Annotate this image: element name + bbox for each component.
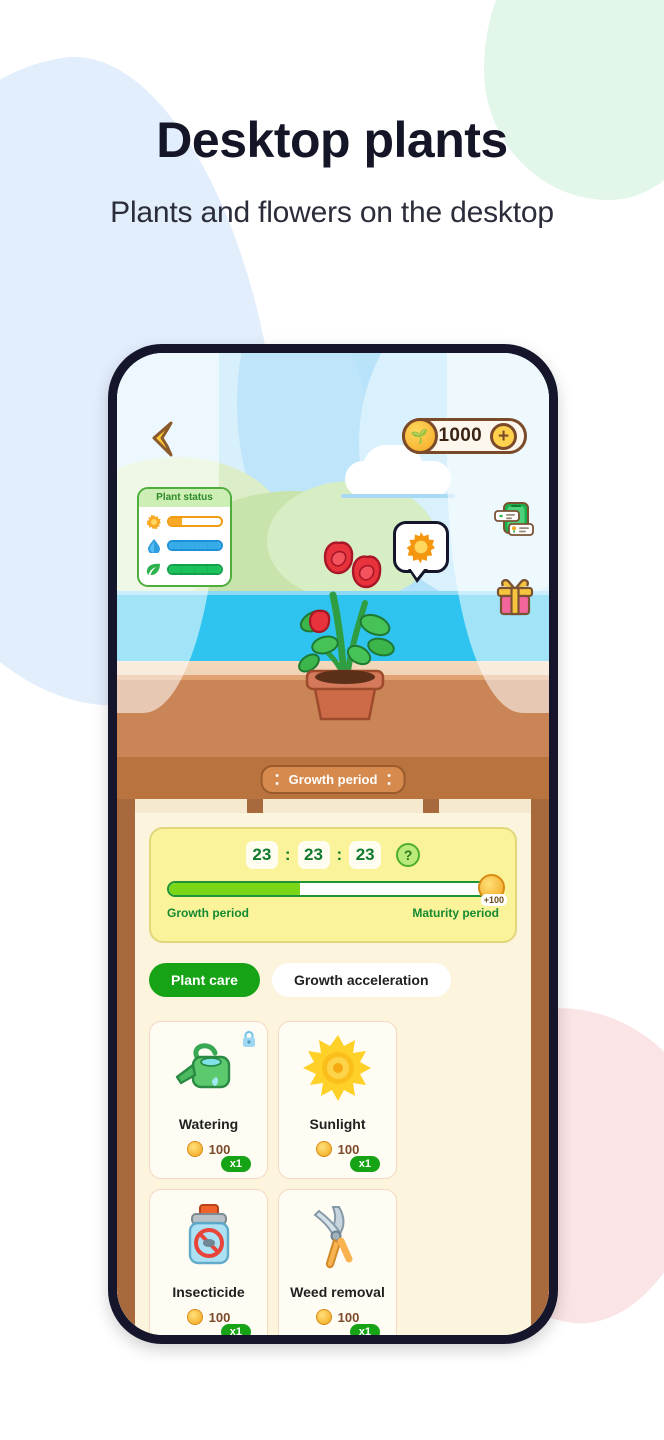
growth-progress-bar	[167, 881, 499, 897]
sunlight-meter	[167, 516, 223, 527]
banner-label: Growth period	[288, 772, 378, 787]
shop-tabs: Plant care Growth acceleration	[149, 963, 451, 997]
growth-progress-fill	[169, 883, 301, 895]
currency-bar[interactable]: 1000 +	[401, 417, 527, 455]
water-meter	[167, 540, 223, 551]
plant-status-title: Plant status	[139, 489, 230, 507]
item-grid: x1 Watering 100 x1 Sunlight 100 x1 Insec…	[149, 1021, 517, 1335]
item-art	[150, 1190, 267, 1282]
watering-can-icon	[175, 1043, 230, 1089]
game-scene: 1000 + Plant status	[117, 353, 549, 757]
back-arrow-icon[interactable]	[145, 419, 179, 459]
item-card-insecticide[interactable]: x1 Insecticide 100	[149, 1189, 268, 1335]
coin-icon	[186, 1141, 203, 1157]
shelf-post	[423, 799, 439, 813]
item-art	[279, 1022, 396, 1114]
tab-growth-acceleration[interactable]: Growth acceleration	[271, 963, 451, 997]
nutrition-meter	[167, 564, 223, 575]
phone-mockup: 1000 + Plant status	[108, 344, 558, 1344]
gift-icon[interactable]	[493, 577, 537, 617]
tab-plant-care[interactable]: Plant care	[149, 963, 260, 997]
coin-icon	[186, 1309, 203, 1325]
panel-top-strip	[135, 799, 531, 813]
timer-separator: :	[336, 845, 343, 864]
item-quantity: x1	[220, 1324, 251, 1335]
sun-icon	[302, 1035, 371, 1101]
coin-icon	[401, 418, 438, 454]
sun-icon	[406, 531, 435, 563]
page-subtitle: Plants and flowers on the desktop	[110, 195, 554, 229]
plant-status-meters	[139, 507, 230, 585]
timer-seconds: 23	[349, 841, 382, 869]
phone-screen: 1000 + Plant status	[117, 353, 549, 1335]
add-coins-button[interactable]: +	[490, 422, 517, 450]
coin-icon	[315, 1141, 332, 1157]
maturity-period-label: Maturity period	[412, 906, 499, 920]
item-price: 100	[315, 1309, 360, 1325]
help-button[interactable]: ?	[396, 843, 421, 867]
item-price-value: 100	[208, 1141, 231, 1157]
status-row-sunlight	[146, 514, 223, 529]
item-card-weed-removal[interactable]: x1 Weed removal 100	[278, 1189, 397, 1335]
bottom-panel: 23 : 23 : 23 ? +100 Growth period Maturi…	[117, 799, 549, 1335]
item-price: 100	[186, 1141, 231, 1157]
timer-hours: 23	[245, 841, 278, 869]
growth-period-label: Growth period	[167, 906, 249, 920]
item-price-value: 100	[337, 1309, 360, 1325]
item-art	[279, 1190, 396, 1282]
tasks-icon[interactable]	[493, 501, 537, 543]
timer-minutes: 23	[297, 841, 330, 869]
item-quantity: x1	[220, 1156, 251, 1172]
item-price-value: 100	[337, 1141, 360, 1157]
item-name: Weed removal	[290, 1284, 385, 1300]
status-row-nutrition	[146, 562, 223, 577]
item-name: Watering	[178, 1116, 239, 1132]
item-card-watering[interactable]: x1 Watering 100	[149, 1021, 268, 1179]
growth-period-banner[interactable]: Growth period	[260, 765, 406, 794]
item-name: Sunlight	[309, 1116, 366, 1132]
coin-pill[interactable]: 1000 +	[401, 418, 527, 454]
rose-plant[interactable]	[285, 503, 405, 721]
promo-page: Desktop plants Plants and flowers on the…	[0, 0, 664, 1440]
cloud-shadow	[341, 494, 455, 498]
item-name: Insecticide	[172, 1284, 245, 1300]
leaf-icon	[146, 562, 161, 577]
growth-progress-wrap: +100	[167, 874, 507, 906]
reward-amount: +100	[480, 894, 507, 906]
sun-icon	[146, 514, 161, 529]
coin-amount: 1000	[438, 425, 482, 446]
promo-header: Desktop plants Plants and flowers on the…	[0, 112, 664, 230]
item-quantity: x1	[349, 1324, 380, 1335]
progress-labels: Growth period Maturity period	[167, 906, 499, 920]
item-price: 100	[186, 1309, 231, 1325]
coin-icon	[315, 1309, 332, 1325]
countdown-timer: 23 : 23 : 23 ?	[167, 841, 499, 869]
status-row-water	[146, 538, 223, 553]
item-price: 100	[315, 1141, 360, 1157]
item-card-sunlight[interactable]: x1 Sunlight 100	[278, 1021, 397, 1179]
page-title: Desktop plants	[156, 112, 508, 168]
pruning-shears-icon	[312, 1206, 352, 1269]
hint-bubble[interactable]	[393, 521, 449, 583]
plant-status-card: Plant status	[137, 487, 232, 587]
item-quantity: x1	[349, 1156, 380, 1172]
timer-separator: :	[284, 845, 291, 864]
lock-icon	[240, 1030, 257, 1048]
scene-side-icons	[493, 501, 537, 617]
water-drop-icon	[146, 538, 161, 553]
growth-timer-card: 23 : 23 : 23 ? +100 Growth period Maturi…	[149, 827, 517, 943]
insecticide-bottle-icon	[188, 1204, 229, 1265]
shelf-post	[247, 799, 263, 813]
item-price-value: 100	[208, 1309, 231, 1325]
